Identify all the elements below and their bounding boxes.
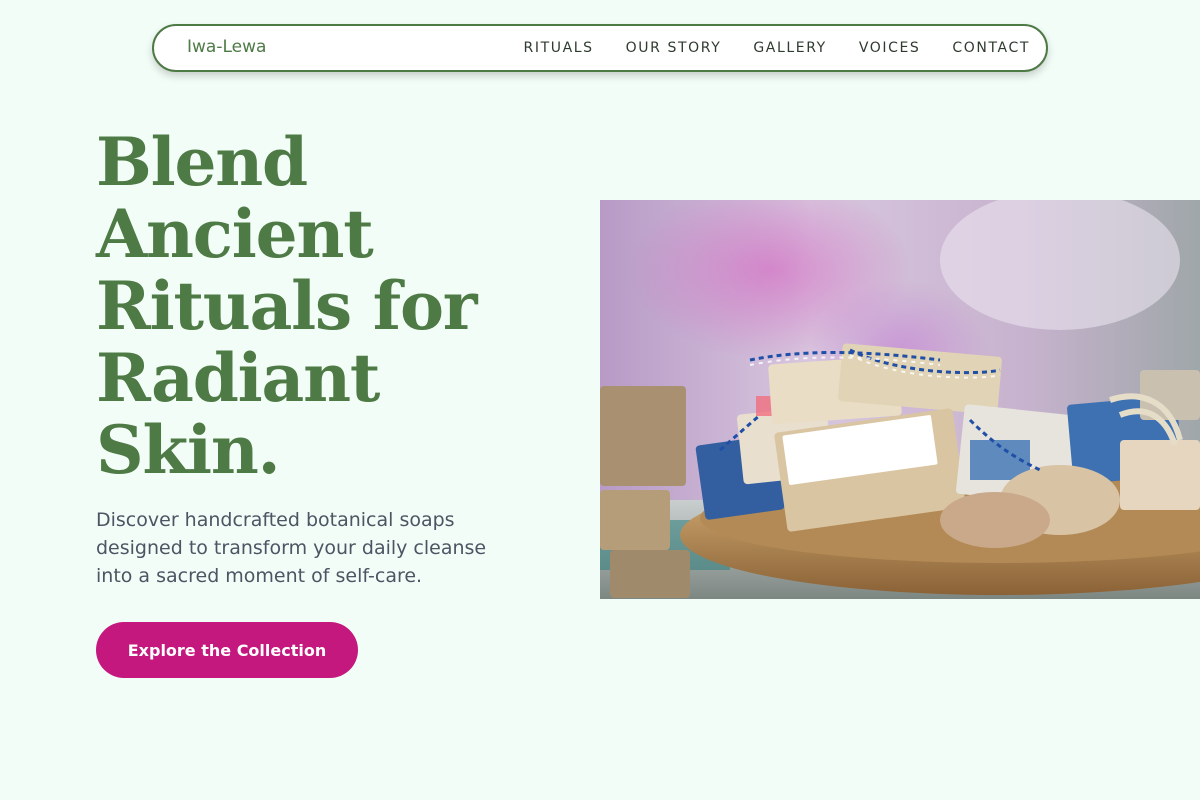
hero-subtitle: Discover handcrafted botanical soaps des… xyxy=(96,509,487,587)
hero-image xyxy=(600,200,1200,599)
hero-heading-line: Skin. xyxy=(96,411,281,489)
hero-heading-line: Blend xyxy=(96,123,308,201)
nav-link-rituals[interactable]: RITUALS xyxy=(524,40,594,56)
nav-link-gallery[interactable]: GALLERY xyxy=(753,40,826,56)
hero-heading-line: Radiant xyxy=(96,339,380,417)
nav-link-voices[interactable]: VOICES xyxy=(859,40,921,56)
hero-heading: Blend Ancient Rituals for Radiant Skin. xyxy=(96,126,556,486)
explore-collection-button[interactable]: Explore the Collection xyxy=(96,622,358,678)
nav-link-contact[interactable]: CONTACT xyxy=(952,40,1030,56)
soap-photo-illustration xyxy=(600,200,1200,599)
nav-link-our-story[interactable]: OUR STORY xyxy=(626,40,722,56)
top-nav: Iwa-Lewa RITUALS OUR STORY GALLERY VOICE… xyxy=(152,24,1048,72)
hero-heading-line: Rituals for xyxy=(96,267,478,345)
nav-links: RITUALS OUR STORY GALLERY VOICES CONTACT xyxy=(492,40,1030,56)
landing-page: Iwa-Lewa RITUALS OUR STORY GALLERY VOICE… xyxy=(0,0,1200,800)
brand-logo-link[interactable]: Iwa-Lewa xyxy=(187,37,266,57)
hero-heading-line: Ancient xyxy=(96,195,374,273)
